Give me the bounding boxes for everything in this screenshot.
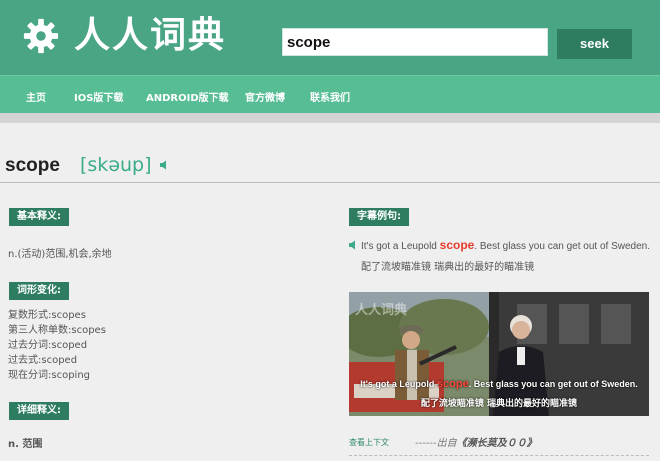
main-nav: 主页 IOS版下载 ANDROID版下载 官方微博 联系我们 — [0, 75, 660, 113]
seek-button[interactable]: seek — [557, 29, 632, 59]
example-sentence-en: It's got a Leupold scope. Best glass you… — [361, 238, 650, 252]
detailed-definition-first: n. 范围 — [8, 439, 43, 450]
subtitle-example-tag: 字幕例句: — [349, 208, 409, 226]
example-speaker-icon[interactable] — [349, 240, 357, 250]
entry-word: scope — [5, 155, 60, 176]
entry-phonetic: [skəup] — [80, 154, 152, 176]
nav-item-android-download[interactable]: ANDROID版下载 — [146, 89, 229, 104]
search-input[interactable] — [282, 28, 548, 56]
example-keyword-highlight: scope — [439, 238, 475, 252]
basic-meaning-tag: 基本释义: — [9, 208, 69, 226]
site-logo[interactable]: 人人词典 — [22, 14, 226, 58]
site-title: 人人词典 — [74, 15, 227, 56]
example-sentence-cn: 配了流坡瞄准镜 瑞典出的最好的瞄准镜 — [361, 262, 535, 273]
header-divider — [0, 113, 660, 123]
gear-icon — [23, 18, 59, 54]
word-forms-tag: 词形变化: — [9, 282, 69, 300]
nav-item-home[interactable]: 主页 — [26, 89, 46, 104]
entry-divider — [0, 182, 660, 183]
source-title-link[interactable]: 《濒长莫及００》 — [457, 438, 537, 449]
view-context-link[interactable]: 查看上下文 — [349, 437, 389, 448]
word-form-past-participle: 过去分词:scoped — [8, 340, 88, 351]
example-video-frame[interactable]: 人人词典 It's got a Leupold scope. Best glas… — [349, 292, 649, 416]
word-form-past-tense: 过去式:scoped — [8, 355, 78, 366]
example-source: ------出自《濒长莫及００》 — [415, 438, 537, 449]
word-form-present-participle: 现在分词:scoping — [8, 370, 91, 381]
nav-item-ios-download[interactable]: IOS版下载 — [74, 89, 123, 104]
video-subtitle-cn: 配了流坡瞄准镜 瑞典出的最好的瞄准镜 — [420, 399, 578, 409]
nav-item-contact[interactable]: 联系我们 — [310, 89, 350, 104]
word-form-third-person: 第三人称单数:scopes — [8, 325, 106, 336]
video-watermark: 人人词典 — [355, 302, 407, 318]
pronunciation-speaker-icon[interactable] — [160, 160, 168, 170]
example-divider — [349, 455, 649, 456]
detailed-meaning-tag: 详细释义: — [9, 402, 69, 420]
basic-definition: n.(活动)范围,机会,余地 — [8, 249, 112, 260]
nav-item-weibo[interactable]: 官方微博 — [245, 89, 285, 104]
word-form-plural: 复数形式:scopes — [8, 310, 86, 321]
site-header: 人人词典 seek — [0, 0, 660, 75]
video-subtitle-en: It's got a Leupold scope. Best glass you… — [360, 378, 638, 390]
